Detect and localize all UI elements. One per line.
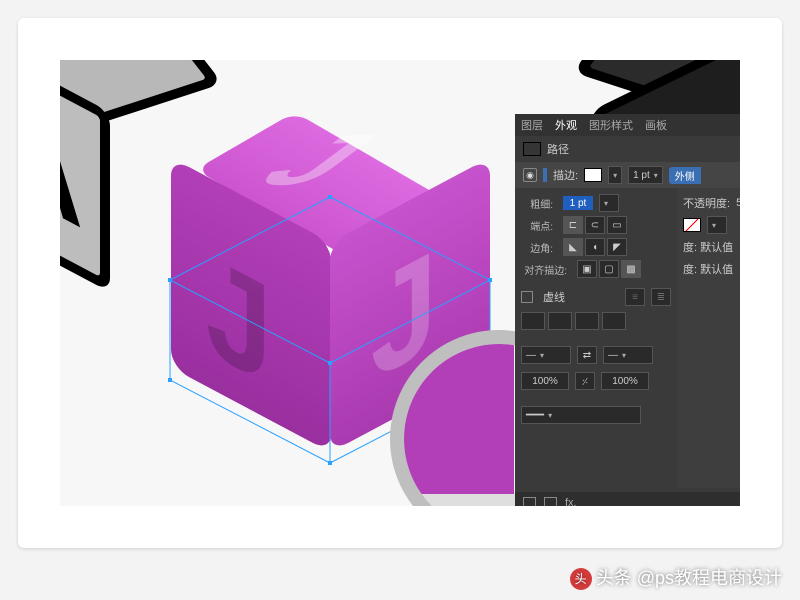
visibility-toggle[interactable]: ◉ bbox=[523, 168, 537, 182]
cap-label: 端点: bbox=[521, 218, 553, 233]
object-thumb bbox=[523, 142, 541, 156]
opacity-label: 不透明度: bbox=[683, 195, 730, 211]
watermark: 头头条 @ps教程电商设计 bbox=[570, 564, 782, 590]
dash-opt2-icon: ≣ bbox=[651, 288, 671, 306]
tab-appearance[interactable]: 外观 bbox=[555, 117, 577, 133]
watermark-logo-icon: 头 bbox=[570, 568, 592, 590]
watermark-handle: @ps教程电商设计 bbox=[637, 568, 782, 588]
stroke-swatch-dropdown[interactable] bbox=[608, 166, 622, 184]
opacity-value[interactable]: 5% bbox=[736, 197, 740, 209]
dash-opt1-icon: ≡ bbox=[625, 288, 645, 306]
stroke-weight-dropdown[interactable]: 1 pt bbox=[628, 166, 663, 184]
align-center-icon[interactable]: ▣ bbox=[577, 260, 597, 278]
weight-dropdown[interactable] bbox=[599, 194, 619, 212]
align-outside-icon[interactable]: ▩ bbox=[621, 260, 641, 278]
arrow-link-icon: ⸓ bbox=[575, 372, 595, 390]
appearance-list: 不透明度: 5% 度: 默认值 度: 默认值 bbox=[677, 188, 740, 488]
align-stroke-buttons: ▣ ▢ ▩ bbox=[577, 260, 641, 278]
default-row-2[interactable]: 度: 默认值 bbox=[683, 261, 733, 277]
corner-miter-icon[interactable]: ◣ bbox=[563, 238, 583, 256]
cap-round-icon[interactable]: ⊂ bbox=[585, 216, 605, 234]
corner-bevel-icon[interactable]: ◤ bbox=[607, 238, 627, 256]
artboard: A J J J bbox=[60, 60, 740, 506]
selection-indicator bbox=[543, 168, 547, 182]
arrow-start-dropdown[interactable]: — bbox=[521, 346, 571, 364]
cap-square-icon[interactable]: ▭ bbox=[607, 216, 627, 234]
fill-dropdown[interactable] bbox=[707, 216, 727, 234]
cap-buttons: ⊏ ⊂ ▭ bbox=[563, 216, 627, 234]
tab-artboards[interactable]: 画板 bbox=[645, 117, 667, 133]
fill-none-swatch[interactable] bbox=[683, 218, 701, 232]
dash-label: 虚线 bbox=[543, 289, 565, 305]
stroke-options-popup: 粗细: 1 pt 端点: ⊏ ⊂ ▭ 边角: bbox=[515, 188, 677, 488]
stroke-label: 描边: bbox=[553, 167, 578, 183]
panel-tabs: 图层 外观 图形样式 画板 bbox=[515, 114, 740, 136]
dash-field-4 bbox=[602, 312, 626, 330]
appearance-panel[interactable]: 图层 外观 图形样式 画板 路径 ◉ 描边: 1 pt 外侧 bbox=[515, 114, 740, 506]
watermark-prefix: 头条 bbox=[596, 568, 632, 588]
arrow-scale-1: 100% bbox=[521, 372, 569, 390]
dash-field-2 bbox=[548, 312, 572, 330]
new-stroke-icon[interactable] bbox=[544, 497, 557, 507]
tab-layers[interactable]: 图层 bbox=[521, 117, 543, 133]
arrow-swap-icon[interactable]: ⇄ bbox=[577, 346, 597, 364]
panel-body: 粗细: 1 pt 端点: ⊏ ⊂ ▭ 边角: bbox=[515, 188, 740, 488]
default-row-1[interactable]: 度: 默认值 bbox=[683, 239, 733, 255]
arrow-end-dropdown[interactable]: — bbox=[603, 346, 653, 364]
letter-j-left: J bbox=[206, 232, 272, 407]
stroke-row[interactable]: ◉ 描边: 1 pt 外侧 bbox=[515, 162, 740, 188]
tab-graphic-styles[interactable]: 图形样式 bbox=[589, 117, 633, 133]
object-label: 路径 bbox=[547, 141, 569, 157]
corner-round-icon[interactable]: ◖ bbox=[585, 238, 605, 256]
arrow-scale-2: 100% bbox=[601, 372, 649, 390]
profile-dropdown[interactable]: ━━━ bbox=[521, 406, 641, 424]
fx-button[interactable]: fx. bbox=[565, 497, 577, 506]
card-frame: A J J J bbox=[18, 18, 782, 548]
dash-checkbox[interactable] bbox=[521, 291, 533, 303]
weight-input[interactable]: 1 pt bbox=[563, 196, 593, 210]
corner-buttons: ◣ ◖ ◤ bbox=[563, 238, 627, 256]
corner-label: 边角: bbox=[521, 240, 553, 255]
align-stroke-label: 对齐描边: bbox=[521, 262, 567, 277]
stroke-swatch[interactable] bbox=[584, 168, 602, 182]
panel-footer: fx. ⊘ ⊞ 🗑 bbox=[515, 492, 740, 506]
dash-field-3 bbox=[575, 312, 599, 330]
weight-label: 粗细: bbox=[521, 196, 553, 211]
cap-butt-icon[interactable]: ⊏ bbox=[563, 216, 583, 234]
align-inside-icon[interactable]: ▢ bbox=[599, 260, 619, 278]
magnifier-cube-edge bbox=[394, 330, 514, 506]
new-fill-icon[interactable] bbox=[523, 497, 536, 507]
cube-a-letter: A bbox=[60, 82, 83, 248]
dash-field-1 bbox=[521, 312, 545, 330]
object-row: 路径 bbox=[515, 136, 740, 162]
stroke-align-pill[interactable]: 外侧 bbox=[669, 167, 701, 184]
